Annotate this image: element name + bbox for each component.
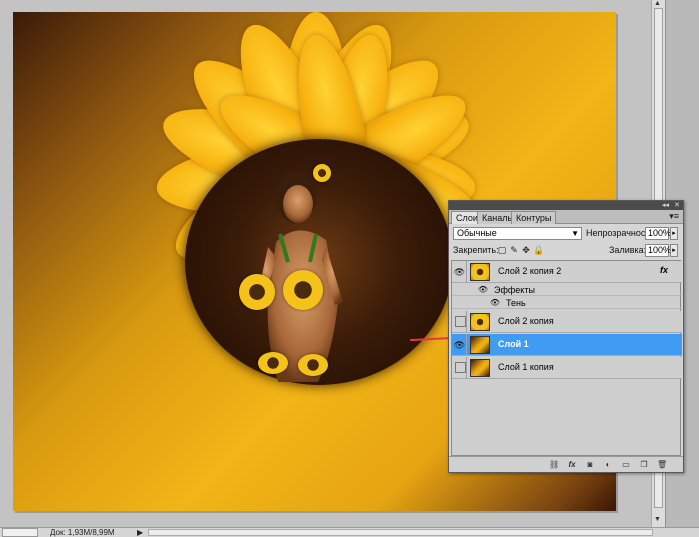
layer-name[interactable]: Слой 1 (498, 339, 529, 349)
tab-paths[interactable]: Контуры (511, 211, 557, 224)
layers-panel[interactable]: ◂◂ ✕ Слои Каналы Контуры ▾≡ Обычные ▼ Не… (448, 200, 684, 473)
new-layer-icon[interactable]: ❐ (639, 460, 649, 470)
panel-titlebar[interactable]: ◂◂ ✕ (449, 201, 683, 210)
visibility-toggle[interactable] (453, 357, 467, 378)
fx-icon[interactable]: fx (660, 265, 668, 275)
sunflower-bottom (298, 354, 328, 376)
sunflower-top-right (283, 270, 323, 310)
fx-icon[interactable]: fx (567, 460, 577, 470)
sunflower-hair (313, 164, 331, 182)
woman-figure (256, 171, 343, 382)
eye-icon[interactable]: 👁 (476, 284, 490, 295)
lock-label: Закрепить: (453, 245, 499, 255)
layer-name[interactable]: Слой 2 копия (498, 316, 554, 326)
eye-icon[interactable]: 👁 (488, 297, 502, 308)
folder-icon[interactable]: ▭ (621, 460, 631, 470)
layer-row-selected[interactable]: 👁 Слой 1 (452, 334, 682, 356)
scroll-up-icon[interactable]: ▲ (654, 0, 661, 7)
layer-thumbnail (470, 359, 490, 377)
horizontal-scrollbar[interactable] (148, 529, 653, 536)
fill-input[interactable]: 100% (645, 244, 671, 257)
collapse-icon[interactable]: ◂◂ (662, 201, 669, 210)
blend-mode-value: Обычные (457, 228, 497, 238)
lock-move-icon[interactable]: ✥ (521, 245, 531, 255)
zoom-field[interactable] (2, 528, 38, 537)
effect-label: Тень (506, 298, 526, 308)
opacity-input[interactable]: 100% (645, 227, 671, 240)
eye-icon[interactable]: 👁 (453, 261, 467, 282)
fill-label: Заливка: (609, 245, 647, 255)
blend-row: Обычные ▼ Непрозрачность: 100% ▸ (449, 224, 683, 242)
opacity-slider-button[interactable]: ▸ (670, 227, 678, 240)
chevron-down-icon: ▼ (571, 229, 579, 238)
effect-row[interactable]: 👁 Тень (452, 297, 682, 309)
layer-row[interactable]: Слой 2 копия (452, 311, 682, 333)
layer-row[interactable]: Слой 1 копия (452, 357, 682, 379)
layer-thumbnail (470, 336, 490, 354)
trash-icon[interactable]: 🗑 (657, 460, 667, 470)
mask-icon[interactable]: ◙ (585, 460, 595, 470)
statusbar: Док: 1,93M/8,99M ▶ (0, 527, 699, 537)
lock-transparency-icon[interactable]: ▢ (497, 245, 507, 255)
layer-row[interactable]: 👁 Слой 2 копия 2 fx (452, 261, 682, 283)
visibility-toggle[interactable] (453, 311, 467, 332)
lock-paint-icon[interactable]: ✎ (509, 245, 519, 255)
adjustment-icon[interactable]: ◐ (603, 460, 613, 470)
statusbar-menu-icon[interactable]: ▶ (137, 528, 143, 537)
sunflower-top-left (239, 274, 275, 310)
doc-info: Док: 1,93M/8,99M (50, 528, 115, 537)
layer-thumbnail (470, 313, 490, 331)
panel-tabs: Слои Каналы Контуры ▾≡ (449, 210, 683, 224)
lock-all-icon[interactable]: 🔒 (533, 245, 544, 255)
lock-row: Закрепить: ▢ ✎ ✥ 🔒 Заливка: 100% ▸ (449, 242, 683, 259)
close-icon[interactable]: ✕ (674, 201, 680, 210)
effects-row[interactable]: 👁 Эффекты (452, 284, 682, 296)
effects-label: Эффекты (494, 285, 535, 295)
layer-thumbnail (470, 263, 490, 281)
blend-mode-select[interactable]: Обычные ▼ (453, 227, 582, 240)
panel-menu-icon[interactable]: ▾≡ (669, 211, 679, 222)
scroll-down-icon[interactable]: ▼ (654, 516, 661, 523)
layer-name[interactable]: Слой 2 копия 2 (498, 266, 561, 276)
layer-name[interactable]: Слой 1 копия (498, 362, 554, 372)
fill-slider-button[interactable]: ▸ (670, 244, 678, 257)
panel-footer: ⛓ fx ◙ ◐ ▭ ❐ 🗑 (449, 456, 683, 472)
eye-icon[interactable]: 👁 (453, 334, 467, 355)
link-icon[interactable]: ⛓ (549, 460, 559, 470)
sunflower-bottom (258, 352, 288, 374)
layer-list[interactable]: 👁 Слой 2 копия 2 fx 👁 Эффекты 👁 Тень Сло… (451, 260, 682, 456)
